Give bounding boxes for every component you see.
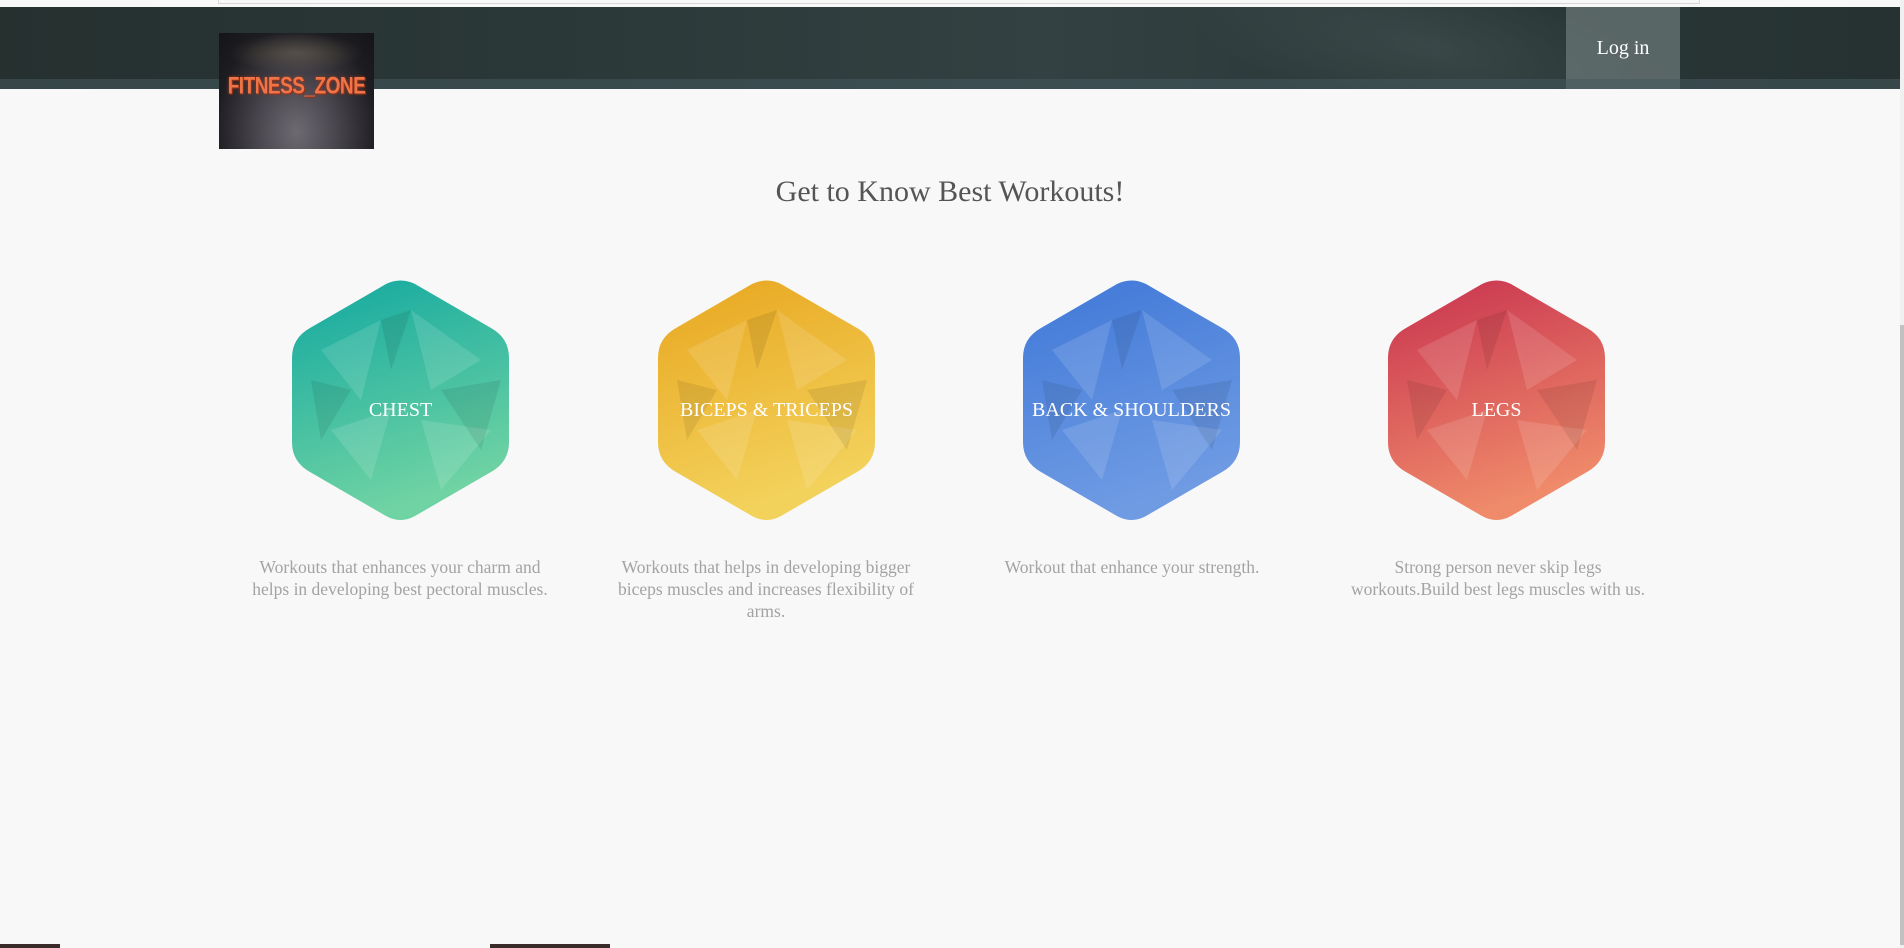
workout-label: LEGS <box>1471 398 1522 421</box>
workout-label: CHEST <box>368 398 433 421</box>
workout-description-biceps-triceps: Workouts that helps in developing bigger… <box>618 557 914 621</box>
section-title: Get to Know Best Workouts! <box>775 175 1125 208</box>
site-logo[interactable]: FITNESS_ZONE <box>219 33 374 149</box>
workout-description-chest: Workouts that enhances your charm and he… <box>252 557 548 599</box>
workout-card-legs[interactable]: LEGS <box>1387 280 1606 520</box>
workout-card-chest[interactable]: CHEST <box>291 280 510 520</box>
bottom-edge-mark <box>490 944 610 948</box>
workout-card-biceps-triceps[interactable]: BICEPS & TRICEPS <box>657 280 876 520</box>
scrollbar-thumb[interactable] <box>1900 325 1904 945</box>
workout-description-back-shoulders: Workout that enhance your strength. <box>1004 557 1260 577</box>
workout-card-back-shoulders[interactable]: BACK & SHOULDERS <box>1022 280 1241 520</box>
top-strip <box>0 0 1904 7</box>
bottom-edge-mark <box>0 944 60 948</box>
workout-label: BICEPS & TRICEPS <box>679 398 854 421</box>
logo-text: FITNESS_ZONE <box>227 73 366 100</box>
workout-description-legs: Strong person never skip legs workouts.B… <box>1350 557 1646 599</box>
logo-glow <box>229 33 364 73</box>
login-button[interactable]: Log in <box>1566 7 1680 89</box>
workout-label: BACK & SHOULDERS <box>1032 398 1231 421</box>
bottom-edge <box>0 944 1904 948</box>
address-edge <box>218 0 1700 4</box>
page-scrollbar[interactable] <box>1900 0 1904 948</box>
